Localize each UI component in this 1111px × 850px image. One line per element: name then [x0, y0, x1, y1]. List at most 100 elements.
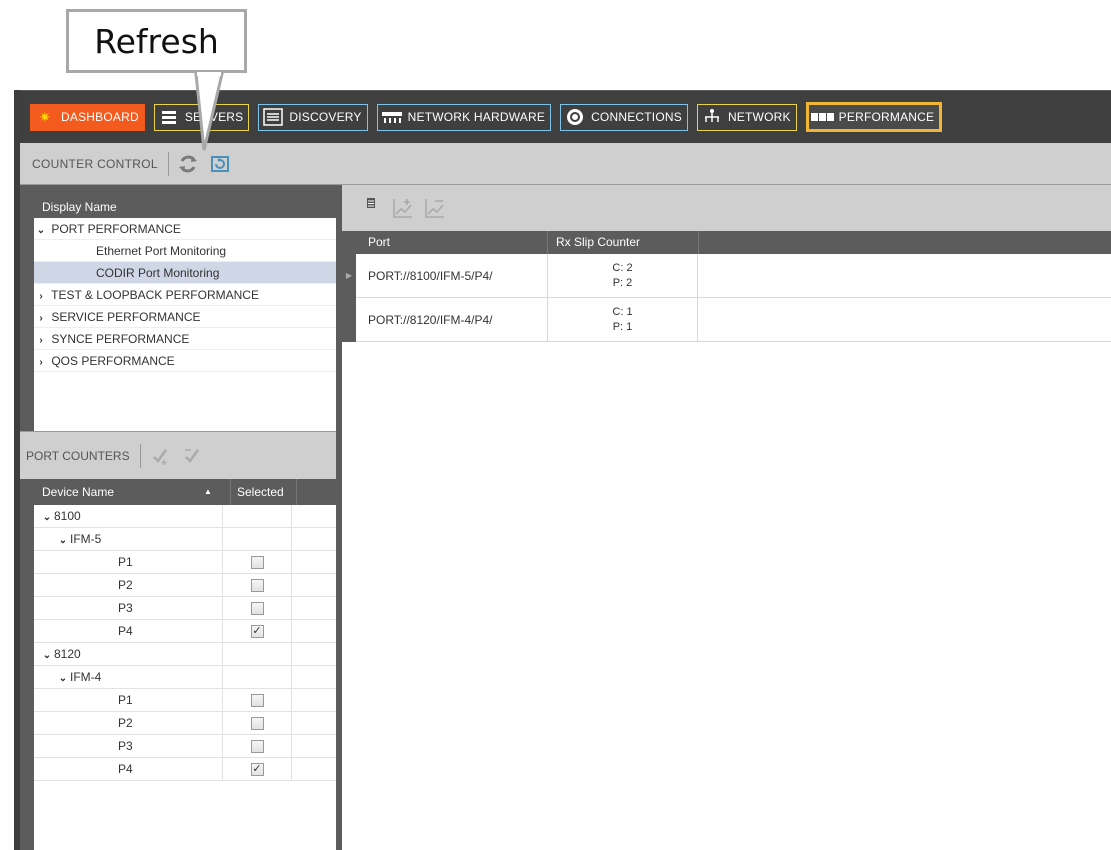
- selected-checkbox[interactable]: [250, 717, 264, 730]
- tree-item-ethernet-port-monitoring[interactable]: Ethernet Port Monitoring: [34, 240, 342, 262]
- device-cell: P2: [34, 712, 223, 735]
- performance-icon: [810, 106, 835, 129]
- nav-network[interactable]: NETWORK: [696, 103, 797, 131]
- rx-slip-cell: C: 1 P: 1: [547, 298, 698, 342]
- rx-slip-cell: C: 2 P: 2: [547, 254, 698, 298]
- connections-icon: [563, 106, 587, 129]
- col-rx-slip-counter[interactable]: Rx Slip Counter: [547, 231, 640, 254]
- port-counters-label: PORT COUNTERS: [20, 443, 141, 468]
- tree-item-codir-port-monitoring[interactable]: CODIR Port Monitoring: [34, 262, 342, 284]
- left-header-fill: [20, 185, 342, 196]
- tree-item-label: SERVICE PERFORMANCE: [51, 310, 201, 324]
- table-row[interactable]: P3: [34, 735, 342, 758]
- servers-icon: [157, 106, 181, 129]
- check-add-icon[interactable]: [147, 443, 173, 469]
- tree-item-label: CODIR Port Monitoring: [96, 266, 220, 280]
- selected-cell: ✓: [223, 758, 292, 781]
- table-row[interactable]: ⌄ 8120: [34, 643, 342, 666]
- port-cell: PORT://8120/IFM-4/P4/: [368, 313, 493, 327]
- nav-discovery[interactable]: DISCOVERY: [258, 103, 368, 131]
- table-row[interactable]: P2: [34, 574, 342, 597]
- reset-icon[interactable]: [207, 151, 233, 177]
- tree-item-label: PORT PERFORMANCE: [51, 222, 181, 236]
- col-port[interactable]: Port: [368, 231, 390, 254]
- chevron-right-icon[interactable]: ›: [34, 330, 48, 352]
- selected-checkbox[interactable]: [250, 602, 264, 615]
- refresh-icon[interactable]: [175, 151, 201, 177]
- dashboard-icon: ✷: [39, 108, 51, 125]
- col-device-name[interactable]: Device Name: [42, 479, 114, 505]
- device-cell: ⌄ 8100: [34, 505, 223, 528]
- screenshot-root: ✷ DASHBOARD SERVERS DISCOVERY NETWORK HA…: [0, 0, 1111, 850]
- table-row[interactable]: P3: [34, 597, 342, 620]
- chart-add-icon[interactable]: [390, 195, 416, 221]
- tree-item-test-loopback-performance[interactable]: › TEST & LOOPBACK PERFORMANCE: [34, 284, 342, 306]
- results-pane: Port Rx Slip Counter ▶ PORT://8100/IFM-5…: [342, 185, 1111, 850]
- table-row[interactable]: PORT://8120/IFM-4/P4/ C: 1 P: 1: [342, 298, 1111, 342]
- counter-control-bar: COUNTER CONTROL: [20, 143, 1111, 185]
- selected-cell: ✓: [223, 620, 292, 643]
- tree-item-service-performance[interactable]: › SERVICE PERFORMANCE: [34, 306, 342, 328]
- table-row[interactable]: P1: [34, 551, 342, 574]
- chevron-down-icon[interactable]: ⌄: [56, 529, 70, 552]
- nav-network-hardware[interactable]: NETWORK HARDWARE: [376, 103, 552, 131]
- tree-item-qos-performance[interactable]: › QOS PERFORMANCE: [34, 350, 342, 372]
- nav-connections-label: CONNECTIONS: [591, 110, 682, 124]
- rx-previous: P: 1: [612, 321, 633, 333]
- refresh-callout: Refresh: [66, 9, 247, 73]
- csv-export-icon[interactable]: [358, 195, 384, 221]
- nav-discovery-label: DISCOVERY: [289, 110, 362, 124]
- sort-asc-icon: ▲: [204, 487, 212, 496]
- table-row[interactable]: P1: [34, 689, 342, 712]
- selected-checkbox[interactable]: [250, 556, 264, 569]
- selected-cell: [223, 505, 292, 528]
- chevron-right-icon[interactable]: ›: [34, 352, 48, 374]
- chevron-right-icon[interactable]: ›: [34, 308, 48, 330]
- device-name: 8120: [54, 647, 81, 661]
- table-row[interactable]: ⌄ 8100: [34, 505, 342, 528]
- table-row[interactable]: ▶ PORT://8100/IFM-5/P4/ C: 2 P: 2: [342, 254, 1111, 298]
- results-toolbar: [342, 185, 1111, 231]
- device-name: P4: [118, 624, 133, 638]
- tree-item-port-performance[interactable]: ⌄ PORT PERFORMANCE: [34, 218, 342, 240]
- chevron-right-icon[interactable]: ›: [34, 286, 48, 308]
- check-remove-icon[interactable]: [179, 443, 205, 469]
- col-selected[interactable]: Selected: [230, 479, 284, 505]
- nav-connections[interactable]: CONNECTIONS: [560, 103, 688, 131]
- selected-checkbox[interactable]: [250, 694, 264, 707]
- chevron-down-icon[interactable]: ⌄: [56, 667, 70, 690]
- chevron-down-icon[interactable]: ⌄: [34, 220, 48, 242]
- device-name: P4: [118, 762, 133, 776]
- selected-checkbox[interactable]: [250, 740, 264, 753]
- nav-performance-label: PERFORMANCE: [838, 110, 935, 124]
- device-name: P2: [118, 578, 133, 592]
- device-cell: P1: [34, 689, 223, 712]
- device-name: P2: [118, 716, 133, 730]
- nav-performance[interactable]: PERFORMANCE: [805, 102, 943, 132]
- table-row[interactable]: P4 ✓: [34, 620, 342, 643]
- chevron-down-icon[interactable]: ⌄: [40, 506, 54, 529]
- results-table-header: Port Rx Slip Counter: [342, 231, 1111, 254]
- tree-item-synce-performance[interactable]: › SYNCE PERFORMANCE: [34, 328, 342, 350]
- selected-checkbox[interactable]: ✓: [250, 625, 264, 638]
- nav-servers[interactable]: SERVERS: [153, 103, 250, 131]
- table-row[interactable]: P2: [34, 712, 342, 735]
- device-cell: P2: [34, 574, 223, 597]
- tree-item-label: TEST & LOOPBACK PERFORMANCE: [51, 288, 259, 302]
- display-name-header: Display Name: [34, 196, 356, 218]
- nav-dashboard[interactable]: ✷ DASHBOARD: [30, 103, 145, 131]
- table-row[interactable]: ⌄ IFM-5: [34, 528, 342, 551]
- table-row[interactable]: ⌄ IFM-4: [34, 666, 342, 689]
- device-name: IFM-4: [70, 670, 102, 684]
- selected-cell: [223, 735, 292, 758]
- chart-remove-icon[interactable]: [422, 195, 448, 221]
- chevron-down-icon[interactable]: ⌄: [40, 644, 54, 667]
- top-nav: ✷ DASHBOARD SERVERS DISCOVERY NETWORK HA…: [20, 91, 1111, 143]
- selected-cell: [223, 551, 292, 574]
- table-row[interactable]: P4 ✓: [34, 758, 342, 781]
- selected-checkbox[interactable]: [250, 579, 264, 592]
- device-cell: ⌄ IFM-4: [34, 666, 223, 689]
- col-divider: [698, 231, 699, 254]
- selected-checkbox[interactable]: ✓: [250, 763, 264, 776]
- tree-item-label: QOS PERFORMANCE: [51, 354, 175, 368]
